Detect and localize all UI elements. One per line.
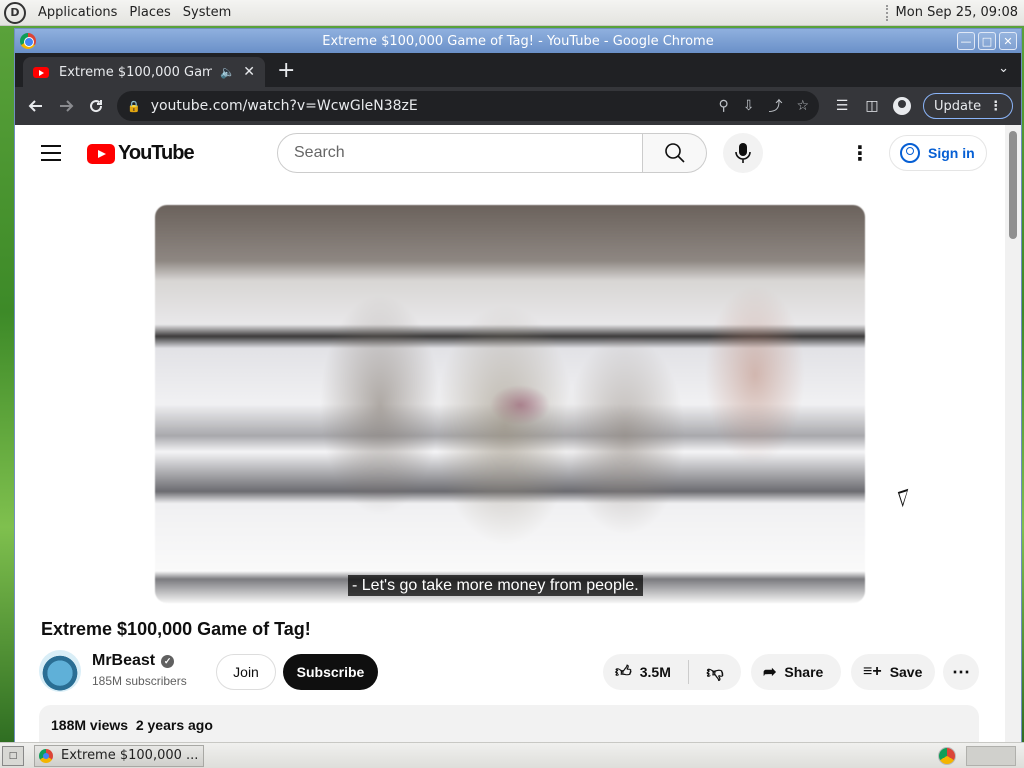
share-icon[interactable]: ⤴: [768, 96, 782, 116]
tab-audio-icon[interactable]: 🔈: [220, 65, 235, 79]
description-box[interactable]: 188M views 2 years ago: [39, 705, 979, 743]
workspace-switcher[interactable]: [966, 746, 1016, 766]
like-dislike-group: 👍︎ 3.5M 👎︎: [603, 654, 741, 690]
reload-button[interactable]: [81, 91, 111, 121]
places-menu[interactable]: Places: [123, 5, 176, 20]
system-menu[interactable]: System: [177, 5, 237, 20]
save-button[interactable]: ≡+ Save: [851, 654, 935, 690]
youtube-play-icon: [87, 143, 115, 164]
chrome-menu-icon[interactable]: ⋮: [989, 99, 1002, 114]
window-title: Extreme $100,000 Game of Tag! - YouTube …: [322, 33, 714, 49]
forward-button[interactable]: [51, 91, 81, 121]
update-button[interactable]: Update ⋮: [923, 93, 1014, 119]
back-arrow-icon: [28, 100, 42, 112]
thumbs-down-icon: 👎︎: [706, 662, 724, 682]
window-titlebar[interactable]: Extreme $100,000 Game of Tag! - YouTube …: [15, 29, 1021, 53]
install-app-icon[interactable]: ⇩: [743, 98, 755, 114]
show-desktop-icon[interactable]: □: [2, 745, 24, 766]
tab-title: Extreme $100,000 Game: [59, 64, 213, 80]
thumbs-up-icon: 👍︎: [615, 663, 632, 681]
more-horizontal-icon: ⋯: [952, 661, 970, 682]
search-input[interactable]: Search: [277, 133, 643, 173]
side-panel-icon[interactable]: ◫: [857, 91, 887, 121]
save-label: Save: [889, 664, 923, 680]
microphone-icon: [735, 143, 751, 163]
verified-check-icon: ✓: [161, 654, 175, 668]
tab-youtube[interactable]: Extreme $100,000 Game 🔈 ✕: [23, 57, 265, 87]
share-arrow-icon: ➦: [763, 664, 777, 681]
youtube-wordmark: YouTube: [118, 142, 195, 164]
reload-icon: [90, 100, 103, 113]
channel-name-row[interactable]: MrBeast ✓: [92, 652, 175, 670]
forward-arrow-icon: [60, 100, 74, 112]
chrome-icon: [20, 33, 36, 49]
close-window-button[interactable]: ✕: [999, 32, 1017, 50]
video-player[interactable]: [155, 205, 865, 603]
search-button[interactable]: [643, 133, 707, 173]
search-icon: [664, 143, 685, 163]
tab-strip: Extreme $100,000 Game 🔈 ✕ + ⌄: [15, 53, 1021, 87]
guide-menu-icon[interactable]: [41, 145, 61, 166]
lock-icon[interactable]: 🔒: [127, 100, 141, 113]
channel-avatar[interactable]: [39, 650, 81, 692]
profile-button[interactable]: [887, 91, 917, 121]
new-tab-button[interactable]: +: [277, 58, 295, 83]
youtube-logo[interactable]: YouTube: [87, 142, 195, 165]
tab-search-dropdown-icon[interactable]: ⌄: [998, 61, 1009, 76]
update-label: Update: [934, 98, 982, 114]
youtube-header: YouTube Search ⋮ Sign in: [15, 125, 1007, 181]
clock[interactable]: Mon Sep 25, 09:08: [896, 5, 1018, 20]
channel-name[interactable]: MrBeast: [92, 652, 155, 670]
sign-in-button[interactable]: Sign in: [889, 135, 987, 171]
browser-toolbar: 🔒 youtube.com/watch?v=WcwGleN38zE ⚲ ⇩ ⤴ …: [15, 87, 1021, 125]
subscribe-button[interactable]: Subscribe: [283, 654, 378, 690]
video-title: Extreme $100,000 Game of Tag!: [41, 619, 311, 639]
video-metadata: 188M views 2 years ago: [51, 717, 213, 733]
tray-chrome-icon[interactable]: [938, 747, 956, 765]
dislike-button[interactable]: 👎︎: [689, 662, 741, 683]
bottom-panel: □ Extreme $100,000 ...: [0, 742, 1024, 768]
taskbar-window-title: Extreme $100,000 ...: [61, 748, 199, 763]
more-actions-button[interactable]: ⋯: [943, 654, 979, 690]
bookmark-star-icon[interactable]: ☆: [796, 98, 809, 114]
back-button[interactable]: [21, 91, 51, 121]
url-text[interactable]: youtube.com/watch?v=WcwGleN38zE: [151, 98, 705, 114]
account-icon: [900, 143, 920, 163]
settings-more-icon[interactable]: ⋮: [845, 139, 875, 167]
maximize-button[interactable]: □: [978, 32, 996, 50]
zoom-search-icon[interactable]: ⚲: [718, 98, 728, 114]
scrollbar-thumb[interactable]: [1009, 131, 1017, 239]
view-count: 188M views: [51, 717, 129, 733]
sign-in-label: Sign in: [928, 145, 975, 161]
share-label: Share: [784, 664, 824, 680]
youtube-favicon-icon: [33, 66, 49, 78]
profile-avatar-icon: [893, 97, 911, 115]
subscriber-count: 185M subscribers: [92, 674, 187, 688]
media-control-icon[interactable]: ☰: [827, 91, 857, 121]
applications-menu[interactable]: Applications: [32, 5, 123, 20]
youtube-page: YouTube Search ⋮ Sign in - Let's go take…: [15, 125, 1021, 743]
voice-search-button[interactable]: [723, 133, 763, 173]
like-count: 3.5M: [639, 664, 671, 680]
taskbar-chrome-window[interactable]: Extreme $100,000 ...: [34, 744, 204, 767]
page-scrollbar[interactable]: [1005, 125, 1021, 743]
tab-close-icon[interactable]: ✕: [243, 64, 255, 80]
join-button[interactable]: Join: [216, 654, 276, 690]
distro-logo-icon[interactable]: D: [4, 1, 26, 24]
upload-age: 2 years ago: [135, 717, 213, 733]
top-panel: D Applications Places System Mon Sep 25,…: [0, 0, 1024, 26]
panel-grip: [885, 4, 890, 21]
address-bar[interactable]: 🔒 youtube.com/watch?v=WcwGleN38zE ⚲ ⇩ ⤴ …: [117, 91, 819, 121]
minimize-button[interactable]: —: [957, 32, 975, 50]
chrome-icon: [39, 748, 53, 763]
video-caption: - Let's go take more money from people.: [348, 575, 643, 596]
share-button[interactable]: ➦ Share: [751, 654, 841, 690]
playlist-add-icon: ≡+: [863, 663, 882, 680]
chrome-window: Extreme $100,000 Game of Tag! - YouTube …: [14, 28, 1022, 743]
like-button[interactable]: 👍︎ 3.5M: [603, 660, 689, 684]
